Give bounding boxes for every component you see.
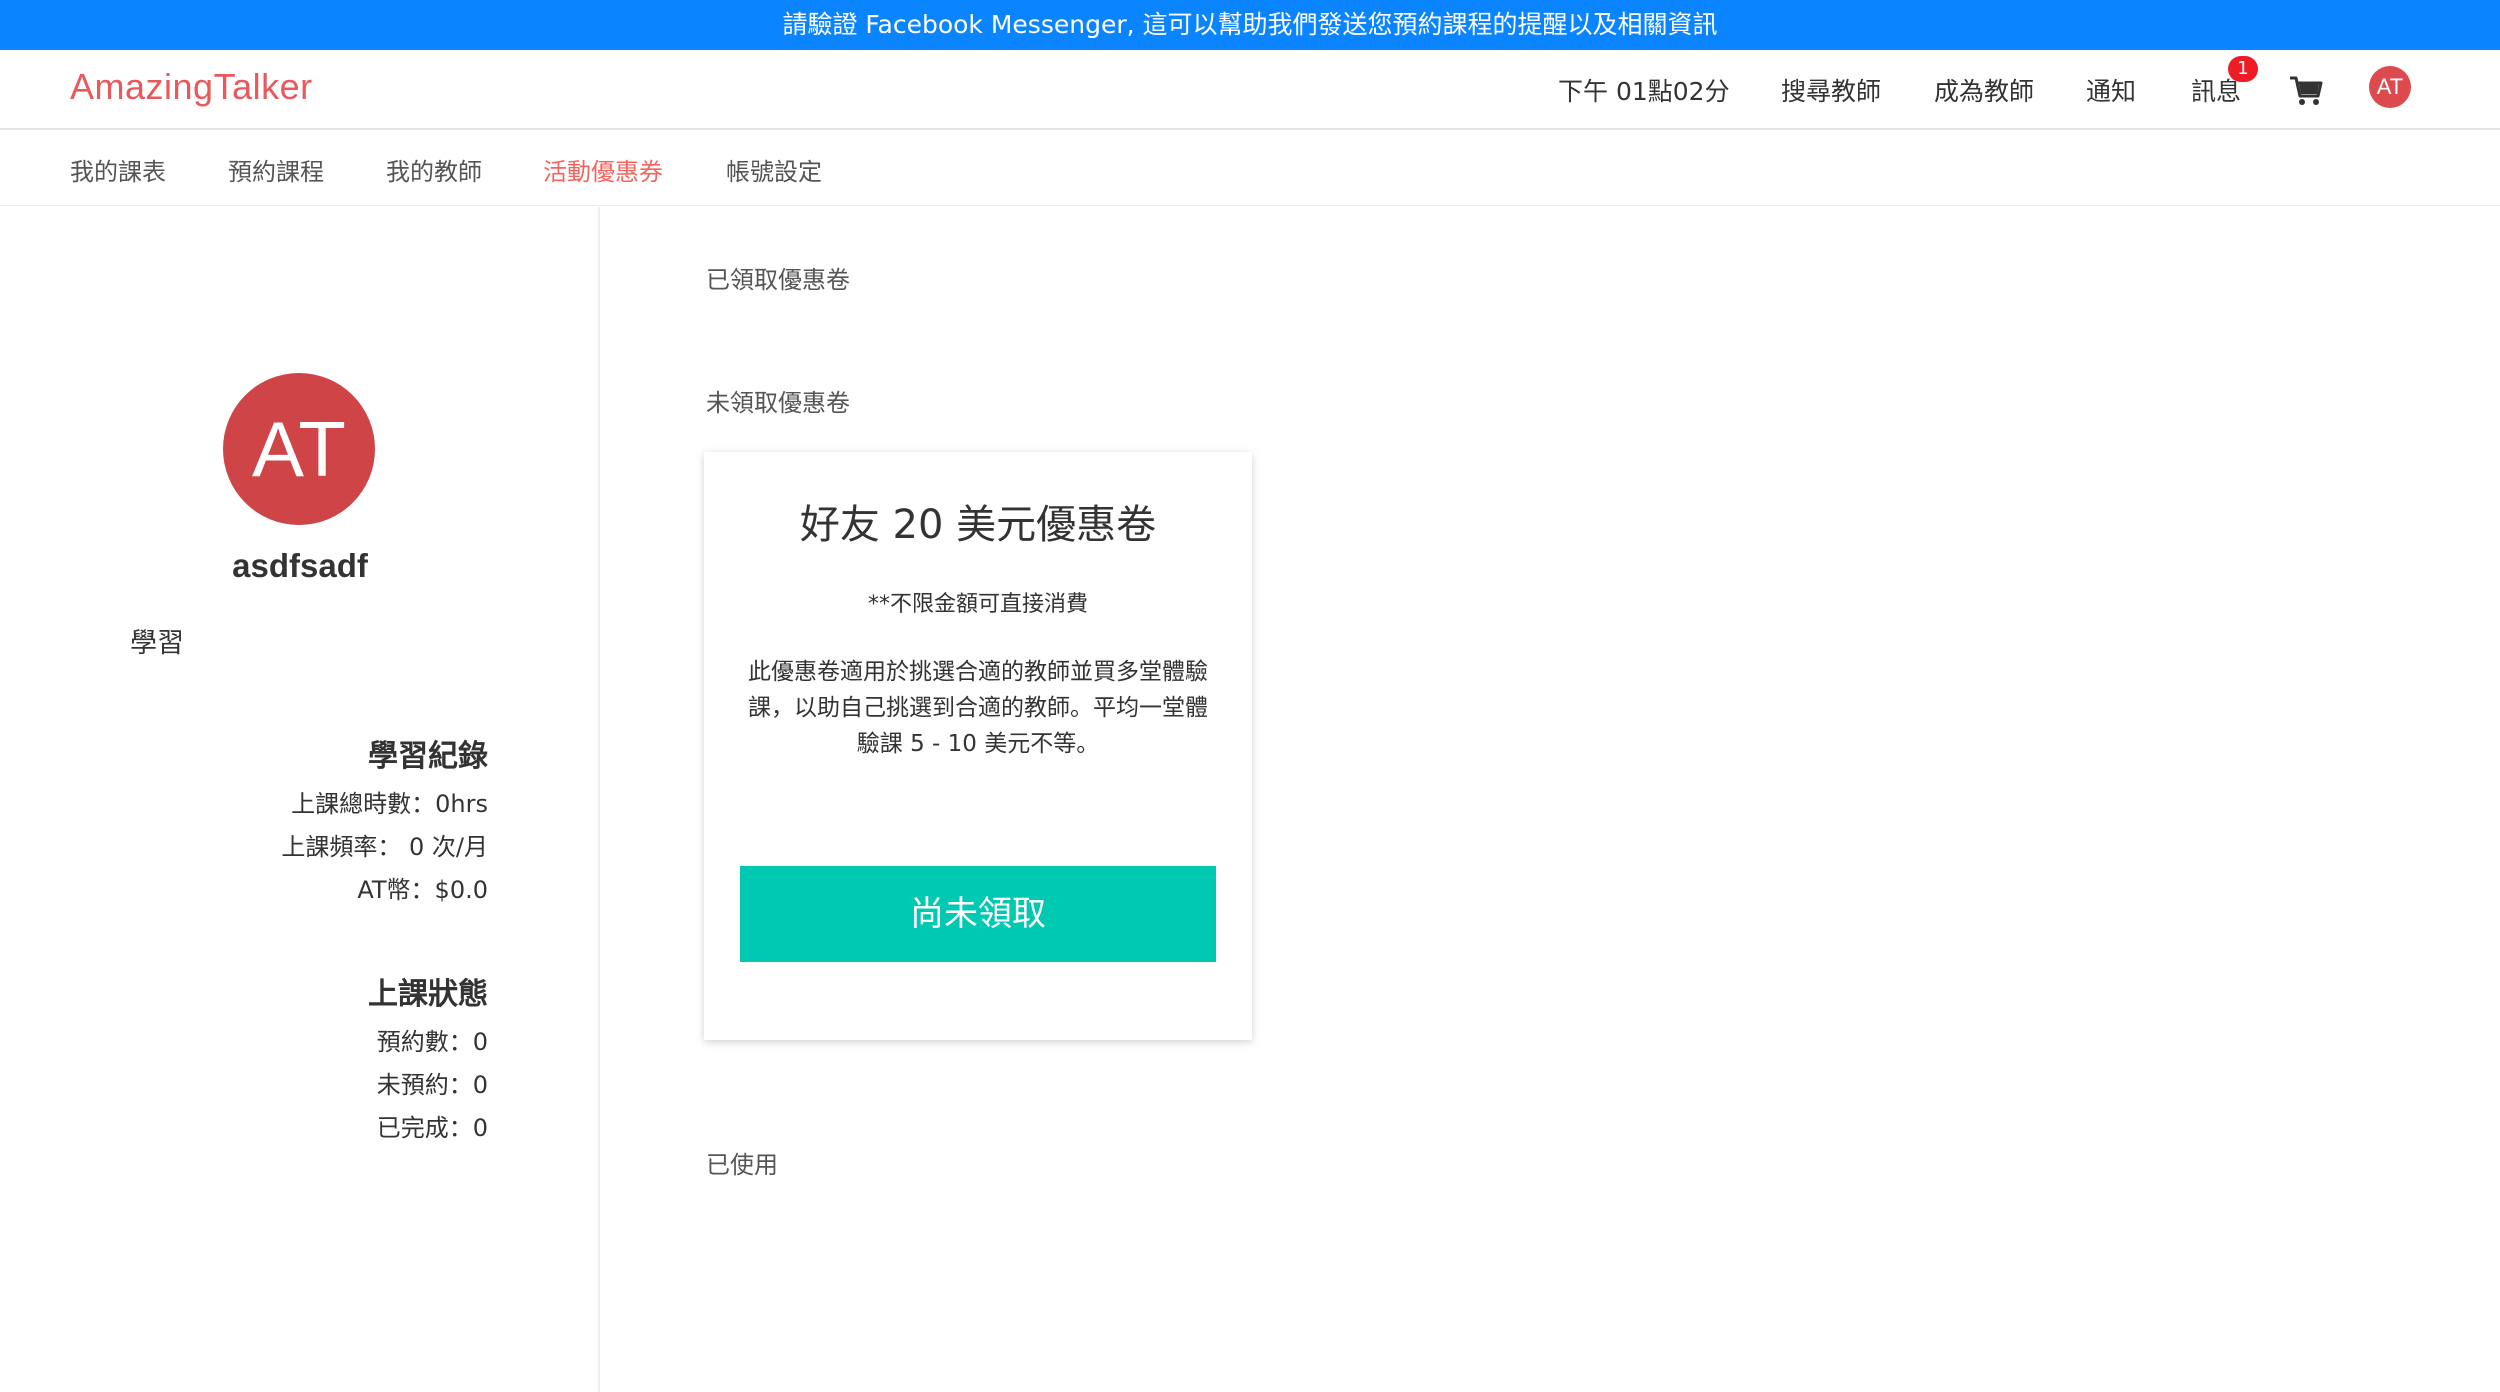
coupon-card: 好友 20 美元優惠卷 **不限金額可直接消費 此優惠卷適用於挑選合適的教師並買…	[704, 452, 1252, 1040]
tab-coupons[interactable]: 活動優惠券	[543, 152, 663, 187]
tab-account-settings[interactable]: 帳號設定	[726, 152, 822, 187]
unclaimed-coupons-heading: 未領取優惠卷	[706, 389, 850, 417]
coupon-note: **不限金額可直接消費	[867, 592, 1088, 617]
profile-username: asdfsadf	[232, 547, 368, 584]
messenger-verify-banner[interactable]: 請驗證 Facebook Messenger, 這可以幫助我們發送您預約課程的提…	[0, 0, 2500, 50]
profile-avatar: AT	[223, 373, 375, 525]
current-time: 下午 01點02分	[1558, 77, 1730, 106]
user-avatar-menu[interactable]: AT	[2369, 66, 2411, 108]
messages-count-badge: 1	[2228, 56, 2258, 82]
nav-search-teachers[interactable]: 搜尋教師	[1781, 72, 1881, 108]
nav-become-teacher[interactable]: 成為教師	[1934, 72, 2034, 108]
claimed-coupons-heading: 已領取優惠卷	[706, 266, 850, 294]
tab-book-lessons[interactable]: 預約課程	[228, 152, 324, 187]
tab-my-teachers[interactable]: 我的教師	[386, 152, 482, 187]
stat-booked: 預約數：0	[376, 1028, 488, 1056]
stat-completed: 已完成：0	[376, 1114, 488, 1142]
profile-sidebar: AT asdfsadf 學習 學習紀錄 上課總時數：0hrs 上課頻率： 0 次…	[0, 207, 600, 1392]
stat-frequency: 上課頻率： 0 次/月	[281, 833, 488, 861]
stat-at-coins: AT幣：$0.0	[357, 876, 488, 904]
coupon-title: 好友 20 美元優惠卷	[799, 502, 1157, 548]
learning-record-title: 學習紀錄	[368, 739, 488, 774]
top-header: AmazingTalker 下午 01點02分 搜尋教師 成為教師 通知 訊息	[0, 50, 2500, 130]
shopping-cart-icon[interactable]	[2288, 72, 2324, 108]
coupon-description: 此優惠卷適用於挑選合適的教師並買多堂體驗課，以助自己挑選到合適的教師。平均一堂體…	[748, 659, 1208, 757]
stat-unbooked: 未預約：0	[376, 1071, 488, 1099]
account-subnav: 我的課表 預約課程 我的教師 活動優惠券 帳號設定	[0, 132, 2500, 206]
nav-notifications[interactable]: 通知	[2086, 72, 2136, 108]
claim-coupon-button[interactable]: 尚未領取	[740, 866, 1216, 962]
profile-role: 學習	[130, 628, 184, 659]
tab-my-schedule[interactable]: 我的課表	[70, 152, 166, 187]
class-status-title: 上課狀態	[368, 977, 488, 1012]
logo[interactable]: AmazingTalker	[70, 66, 313, 108]
stat-total-hours: 上課總時數：0hrs	[291, 790, 488, 818]
used-coupons-heading: 已使用	[706, 1151, 778, 1179]
